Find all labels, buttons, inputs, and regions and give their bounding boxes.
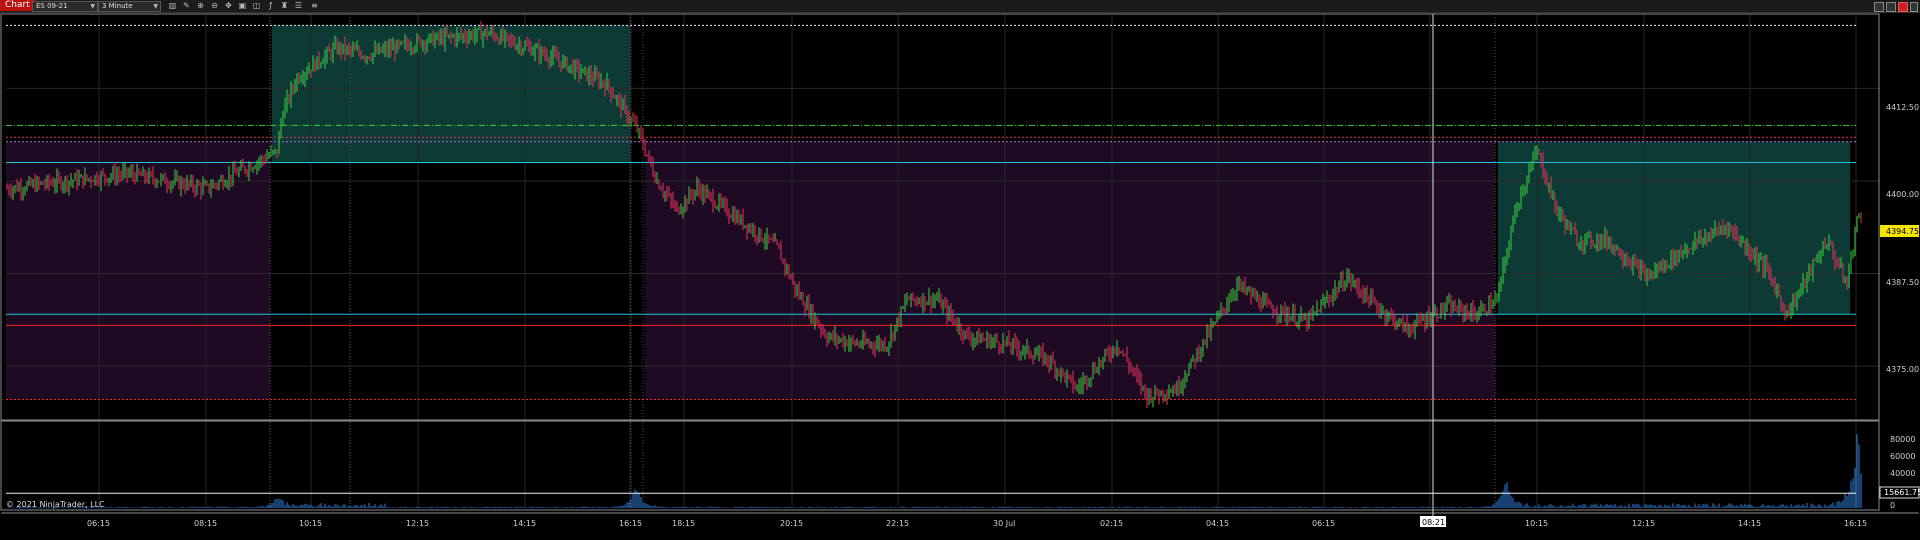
session-background-green xyxy=(1498,141,1850,315)
current-volume-label: 15661.75 xyxy=(1884,488,1920,497)
time-tick: 16:15 xyxy=(1844,519,1867,528)
chart-canvas[interactable]: 4412.50 4400.00 4387.50 4375.00 4394.75 … xyxy=(0,12,1920,540)
time-tick: 06:15 xyxy=(87,519,110,528)
interval-selector-value: 3 Minute xyxy=(102,2,133,10)
indicators-icon[interactable]: ƒ xyxy=(266,1,275,10)
volume-tick: 40000 xyxy=(1890,469,1915,478)
price-tick: 4375.00 xyxy=(1886,365,1919,374)
properties-icon[interactable]: ◫ xyxy=(252,1,261,10)
restore-button[interactable] xyxy=(1910,2,1918,12)
minimize-button[interactable] xyxy=(1874,2,1884,12)
instrument-selector-value: ES 09-21 xyxy=(36,2,68,10)
move-icon[interactable]: ✥ xyxy=(224,1,233,10)
time-tick: 14:15 xyxy=(1738,519,1761,528)
time-tick: 06:15 xyxy=(1312,519,1335,528)
time-tick: 22:15 xyxy=(886,519,909,528)
time-tick: 18:15 xyxy=(672,519,695,528)
time-tick: 10:15 xyxy=(1525,519,1548,528)
volume-tick: 80000 xyxy=(1890,435,1915,444)
session-background-purple xyxy=(645,141,1495,400)
time-tick: 20:15 xyxy=(780,519,803,528)
volume-panel-border xyxy=(0,420,1880,511)
session-background-purple xyxy=(6,141,270,400)
time-tick: 02:15 xyxy=(1100,519,1123,528)
maximize-button[interactable] xyxy=(1886,2,1896,12)
current-price-label: 4394.75 xyxy=(1886,227,1919,236)
zoom-in-icon[interactable]: ⊕ xyxy=(196,1,205,10)
volume-tick: 0 xyxy=(1890,501,1895,510)
time-tick: 14:15 xyxy=(513,519,536,528)
time-tick: 30 Jul xyxy=(993,519,1015,528)
strategies-icon[interactable]: ♜ xyxy=(280,1,289,10)
volume-bars xyxy=(6,434,1862,508)
copyright-notice: © 2021 NinjaTrader, LLC xyxy=(6,500,105,509)
screenshot-icon[interactable]: ▣ xyxy=(238,1,247,10)
close-button[interactable] xyxy=(1898,2,1908,12)
interval-selector[interactable]: 3 Minute ▼ xyxy=(98,1,161,12)
menu-icon[interactable]: ≡ xyxy=(310,1,319,10)
chart-tab[interactable]: Chart xyxy=(0,0,35,11)
chevron-down-icon: ▼ xyxy=(90,3,95,10)
time-tick: 04:15 xyxy=(1206,519,1229,528)
time-axis: 06:15 08:15 10:15 12:15 14:15 16:15 18:1… xyxy=(87,519,1867,528)
price-tick: 4400.00 xyxy=(1886,190,1919,199)
time-tick: 10:15 xyxy=(299,519,322,528)
time-tick: 12:15 xyxy=(406,519,429,528)
crosshair-time-label: 08:21 xyxy=(1422,518,1445,527)
instrument-selector[interactable]: ES 09-21 ▼ xyxy=(32,1,98,12)
time-tick: 12:15 xyxy=(1632,519,1655,528)
bar-type-icon[interactable]: ▥ xyxy=(168,1,177,10)
session-backgrounds xyxy=(6,25,1850,400)
price-tick: 4387.50 xyxy=(1886,278,1919,287)
time-tick: 16:15 xyxy=(619,519,642,528)
volume-tick: 60000 xyxy=(1890,452,1915,461)
template-icon[interactable]: ☰ xyxy=(294,1,303,10)
pencil-icon[interactable]: ✎ xyxy=(182,1,191,10)
chevron-down-icon: ▼ xyxy=(153,3,158,10)
zoom-out-icon[interactable]: ⊖ xyxy=(210,1,219,10)
time-tick: 08:15 xyxy=(194,519,217,528)
price-tick: 4412.50 xyxy=(1886,103,1919,112)
